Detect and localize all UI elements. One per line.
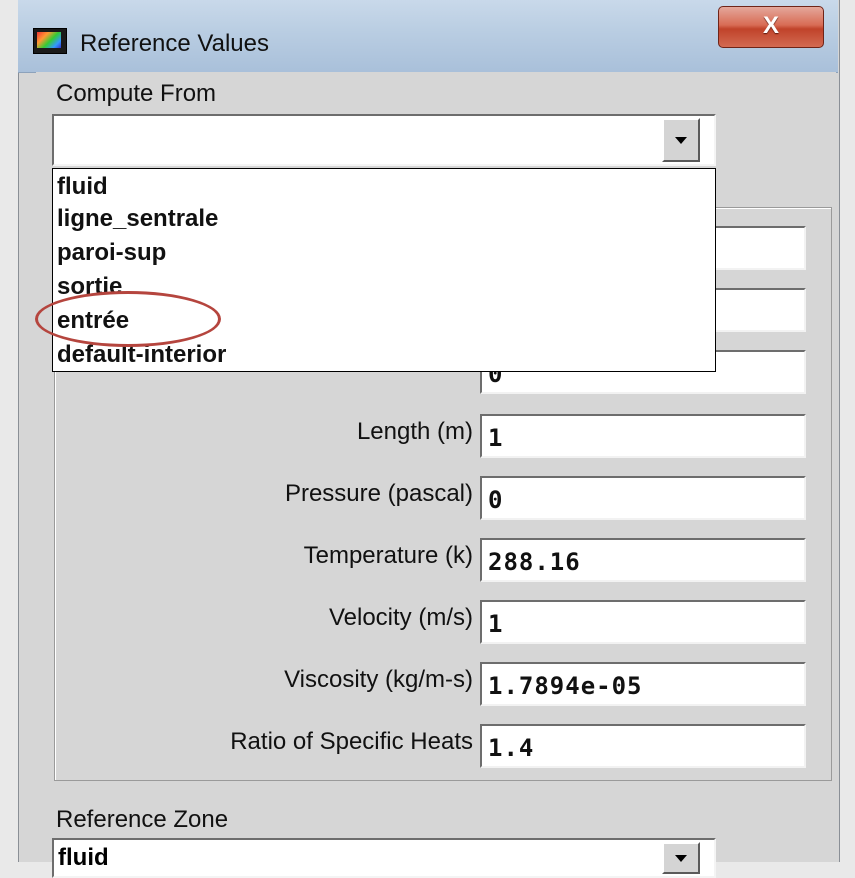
close-button[interactable]: X	[718, 6, 824, 48]
chevron-down-icon[interactable]	[662, 842, 700, 874]
window-title: Reference Values	[80, 30, 269, 57]
viscosity-value: 1.7894e-05	[488, 672, 643, 700]
pressure-field[interactable]: 0	[480, 476, 806, 520]
compute-from-label: Compute From	[56, 80, 217, 107]
length-label: Length (m)	[356, 418, 473, 445]
length-field[interactable]: 1	[480, 414, 806, 458]
dropdown-option-entree[interactable]: entrée	[57, 307, 129, 335]
temperature-label: Temperature (k)	[303, 542, 473, 569]
ratio-specific-heats-value: 1.4	[488, 734, 535, 762]
ratio-specific-heats-field[interactable]: 1.4	[480, 724, 806, 768]
chevron-down-icon[interactable]	[662, 118, 700, 162]
ratio-specific-heats-label: Ratio of Specific Heats	[230, 728, 473, 755]
dropdown-option-ligne-sentrale[interactable]: ligne_sentrale	[57, 205, 218, 233]
viscosity-field[interactable]: 1.7894e-05	[480, 662, 806, 706]
viscosity-label: Viscosity (kg/m-s)	[284, 666, 473, 693]
temperature-field[interactable]: 288.16	[480, 538, 806, 582]
reference-zone-value: fluid	[58, 844, 109, 871]
velocity-field[interactable]: 1	[480, 600, 806, 644]
dropdown-option-default-interior[interactable]: default-interior	[57, 341, 226, 369]
app-icon	[33, 28, 67, 54]
dropdown-option-paroi-sup[interactable]: paroi-sup	[57, 239, 166, 267]
reference-zone-select[interactable]: fluid	[52, 838, 716, 878]
velocity-value: 1	[488, 610, 504, 638]
dropdown-option-fluid[interactable]: fluid	[57, 173, 108, 201]
compute-from-select[interactable]	[52, 114, 716, 166]
velocity-label: Velocity (m/s)	[328, 604, 473, 631]
temperature-value: 288.16	[488, 548, 581, 576]
compute-from-dropdown-list: fluid ligne_sentrale paroi-sup sortie en…	[52, 168, 716, 372]
length-value: 1	[488, 424, 504, 452]
close-icon: X	[762, 12, 779, 39]
pressure-label: Pressure (pascal)	[284, 480, 473, 507]
dropdown-option-sortie[interactable]: sortie	[57, 273, 122, 301]
pressure-value: 0	[488, 486, 504, 514]
reference-zone-label: Reference Zone	[56, 806, 229, 833]
